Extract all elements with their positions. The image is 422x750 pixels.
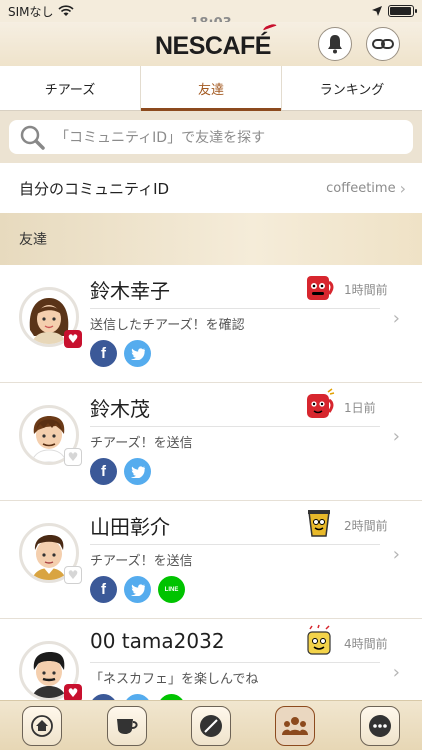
- friends-icon: [282, 716, 309, 735]
- home-icon: [31, 714, 54, 737]
- nav-more-button[interactable]: [359, 705, 400, 746]
- tab-cheers[interactable]: チアーズ: [0, 66, 141, 110]
- friends-list: ♥ 鈴木幸子 1時間前 送信したチアーズ！を確認 › f ♥ 鈴木茂 1日前 チ…: [0, 265, 422, 700]
- avatar: ♥: [19, 523, 82, 584]
- status-bar: SIMなし 18:03: [0, 0, 422, 31]
- nescafe-logo: NESCAFÉ: [155, 22, 278, 61]
- bottom-nav: [0, 700, 422, 750]
- social-links: f LINE: [90, 576, 185, 603]
- friend-name: 山田彰介: [90, 515, 170, 539]
- search-input[interactable]: 「コミュニティID」で友達を探す: [9, 120, 413, 154]
- logo-accent: É: [254, 22, 278, 60]
- chevron-right-icon: ›: [392, 544, 400, 565]
- avatar: ♥: [19, 405, 82, 466]
- divider: [90, 426, 380, 427]
- friend-message: 送信したチアーズ！を確認: [90, 318, 245, 333]
- heart-icon: ♥: [64, 684, 82, 700]
- more-icon: [368, 714, 391, 737]
- heart-icon: ♥: [64, 330, 82, 348]
- carrier-info: SIMなし: [8, 3, 74, 20]
- twitter-icon[interactable]: [124, 340, 151, 367]
- friend-message: 「ネスカフェ」を楽しんでね: [90, 672, 259, 687]
- facebook-icon[interactable]: f: [90, 458, 117, 485]
- friend-name: 鈴木茂: [90, 397, 150, 421]
- wifi-icon: [57, 5, 74, 16]
- tab-bar: チアーズ 友達 ランキング: [0, 66, 422, 111]
- divider: [90, 308, 380, 309]
- tab-ranking[interactable]: ランキング: [282, 66, 422, 110]
- list-item[interactable]: ♥ 鈴木茂 1日前 チアーズ！を送信 › f: [0, 383, 422, 501]
- tab-cheers-label: チアーズ: [44, 82, 96, 98]
- notifications-button[interactable]: [318, 27, 352, 61]
- list-item[interactable]: ♥ 山田彰介 2時間前 チアーズ！を送信 › f LINE: [0, 501, 422, 619]
- cup-icon: [116, 718, 138, 734]
- search-placeholder: 「コミュニティID」で友達を探す: [55, 130, 266, 146]
- friend-name: 00 tama2032: [90, 629, 225, 653]
- chevron-right-icon: ›: [399, 178, 406, 198]
- yellow-mug-sticker-icon: [307, 624, 331, 655]
- twitter-icon[interactable]: [124, 458, 151, 485]
- divider: [90, 544, 380, 545]
- location-arrow-icon: [372, 6, 382, 16]
- coffee-cup-sticker-icon: [308, 510, 330, 537]
- chevron-right-icon: ›: [392, 426, 400, 447]
- app-header: NESCAFÉ: [0, 22, 422, 66]
- community-id-label: 自分のコミュニティID: [19, 179, 170, 198]
- heart-icon: ♥: [64, 566, 82, 584]
- red-mug-sticker-icon: [307, 388, 335, 418]
- chevron-right-icon: ›: [392, 308, 400, 329]
- line-icon[interactable]: LINE: [158, 576, 185, 603]
- nav-home-button[interactable]: [22, 705, 63, 746]
- divider: [90, 662, 380, 663]
- tab-friends-label: 友達: [197, 82, 224, 98]
- bell-icon: [328, 35, 342, 54]
- heart-icon: ♥: [64, 448, 82, 466]
- community-id-value: coffeetime: [326, 180, 396, 196]
- timestamp: 1日前: [344, 401, 376, 415]
- facebook-icon[interactable]: f: [90, 576, 117, 603]
- logo-accent-letter: É: [254, 32, 272, 60]
- friend-message: チアーズ！を送信: [90, 436, 193, 451]
- tab-ranking-label: ランキング: [319, 82, 385, 98]
- social-links: f: [90, 340, 151, 367]
- link-button[interactable]: [366, 27, 400, 61]
- timestamp: 2時間前: [344, 519, 388, 533]
- community-id-row[interactable]: 自分のコミュニティID coffeetime ›: [0, 163, 422, 213]
- timestamp: 1時間前: [344, 283, 388, 297]
- chevron-right-icon: ›: [392, 662, 400, 683]
- section-title: 友達: [19, 232, 47, 248]
- friend-name: 鈴木幸子: [90, 279, 170, 303]
- battery-icon: [388, 5, 417, 17]
- bean-icon: [199, 714, 222, 737]
- timestamp: 4時間前: [344, 637, 388, 651]
- nav-cup-button[interactable]: [106, 705, 147, 746]
- facebook-icon[interactable]: f: [90, 340, 117, 367]
- friends-section-header: 友達: [0, 213, 422, 265]
- logo-text: NESCAF: [155, 32, 255, 60]
- list-item[interactable]: ♥ 00 tama2032 4時間前 「ネスカフェ」を楽しんでね › f LIN…: [0, 619, 422, 700]
- status-right: [372, 5, 417, 17]
- search-icon: [20, 125, 45, 150]
- list-item[interactable]: ♥ 鈴木幸子 1時間前 送信したチアーズ！を確認 › f: [0, 265, 422, 383]
- social-links: f: [90, 458, 151, 485]
- nav-friends-button[interactable]: [275, 705, 316, 746]
- avatar: ♥: [19, 287, 82, 348]
- avatar: ♥: [19, 641, 82, 700]
- friend-message: チアーズ！を送信: [90, 554, 193, 569]
- red-mug-sticker-icon: [307, 276, 334, 300]
- link-icon: [372, 39, 394, 49]
- tab-friends[interactable]: 友達: [141, 66, 282, 111]
- search-area: 「コミュニティID」で友達を探す: [0, 111, 422, 163]
- nav-bean-button[interactable]: [190, 705, 231, 746]
- twitter-icon[interactable]: [124, 576, 151, 603]
- carrier-label: SIMなし: [8, 4, 54, 19]
